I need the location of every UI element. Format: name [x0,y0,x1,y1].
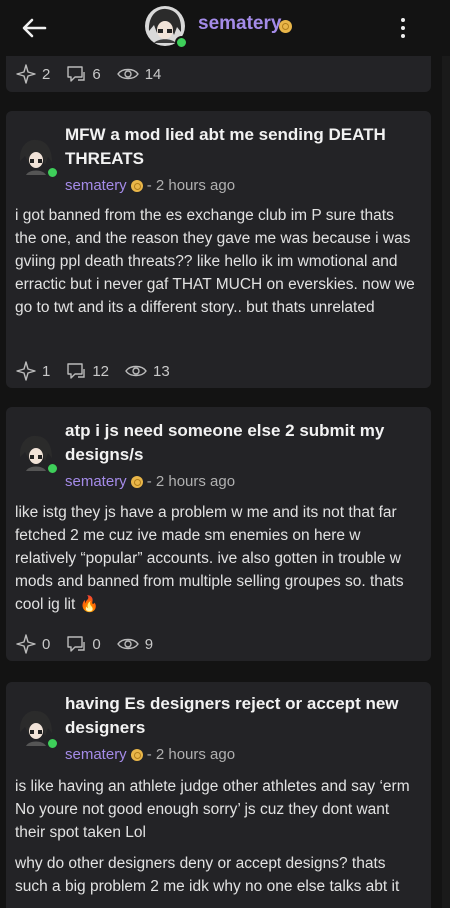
star-stat[interactable]: 2 [16,64,50,84]
post-meta: sematery - 2 hours ago [65,746,235,763]
post-meta: sematery - 2 hours ago [65,473,235,490]
post-time: - 2 hours ago [146,473,236,490]
comment-icon [67,636,86,652]
online-status-indicator [46,462,59,475]
post-body: like istg they js have a problem w me an… [15,504,404,613]
post-body: i got banned from the es exchange club i… [15,207,415,316]
back-arrow-icon[interactable] [18,12,50,44]
avatar[interactable] [17,433,59,475]
post-author[interactable]: sematery [65,177,127,194]
view-stat: 13 [125,361,170,381]
star-count: 1 [42,362,51,380]
verified-badge-icon [130,180,143,193]
verified-badge-icon [279,20,292,33]
comment-icon [67,363,86,379]
post-card[interactable]: having Es designers reject or accept new… [6,682,431,908]
post-card[interactable]: MFW a mod lied abt me sending DEATH THRE… [6,111,431,388]
avatar[interactable] [17,137,59,179]
comment-stat[interactable]: 12 [66,361,109,381]
online-status-indicator [175,36,188,49]
comment-count: 0 [92,635,101,653]
more-options-icon[interactable] [396,16,410,40]
profile-username[interactable]: sematery [198,13,281,35]
post-time: - 2 hours ago [146,177,236,194]
post-stats: 1 12 13 [16,361,186,381]
post-meta: sematery - 2 hours ago [65,177,235,194]
star-count: 2 [42,65,51,83]
view-count: 9 [144,635,154,653]
comment-stat[interactable]: 6 [66,64,101,84]
verified-badge-icon [130,476,143,489]
post-author[interactable]: sematery [65,746,127,763]
sparkle-icon [16,634,36,654]
avatar[interactable] [144,5,188,49]
post-body-paragraph: why do other designers deny or accept de… [15,855,400,895]
online-status-indicator [46,166,59,179]
eye-icon [125,365,147,377]
post-title[interactable]: atp i js need someone else 2 submit my d… [65,419,417,467]
comment-count: 6 [92,65,101,83]
post-stats: 2 6 14 [16,64,177,84]
view-stat: 9 [116,634,154,654]
top-bar: sematery [0,0,450,56]
star-count: 0 [42,635,51,653]
post-stats: 0 0 9 [16,634,169,654]
view-count: 13 [153,362,170,380]
sparkle-icon [16,361,36,381]
verified-badge-icon [130,749,143,762]
comment-icon [67,66,86,82]
comment-stat[interactable]: 0 [66,634,101,654]
online-status-indicator [46,737,59,750]
scrollbar[interactable] [442,0,450,908]
post-author[interactable]: sematery [65,473,127,490]
post-card[interactable]: atp i js need someone else 2 submit my d… [6,407,431,661]
star-stat[interactable]: 0 [16,634,50,654]
post-card-partial: 2 6 14 [6,50,431,92]
view-stat: 14 [116,64,162,84]
star-stat[interactable]: 1 [16,361,50,381]
eye-icon [116,638,139,650]
comment-count: 12 [92,362,110,380]
post-body: is like having an athlete judge other at… [15,778,410,841]
eye-icon [116,68,139,80]
post-title[interactable]: MFW a mod lied abt me sending DEATH THRE… [65,123,417,171]
post-time: - 2 hours ago [146,746,236,763]
post-title[interactable]: having Es designers reject or accept new… [65,692,417,740]
sparkle-icon [16,64,36,84]
avatar[interactable] [17,708,59,750]
view-count: 14 [144,65,162,83]
